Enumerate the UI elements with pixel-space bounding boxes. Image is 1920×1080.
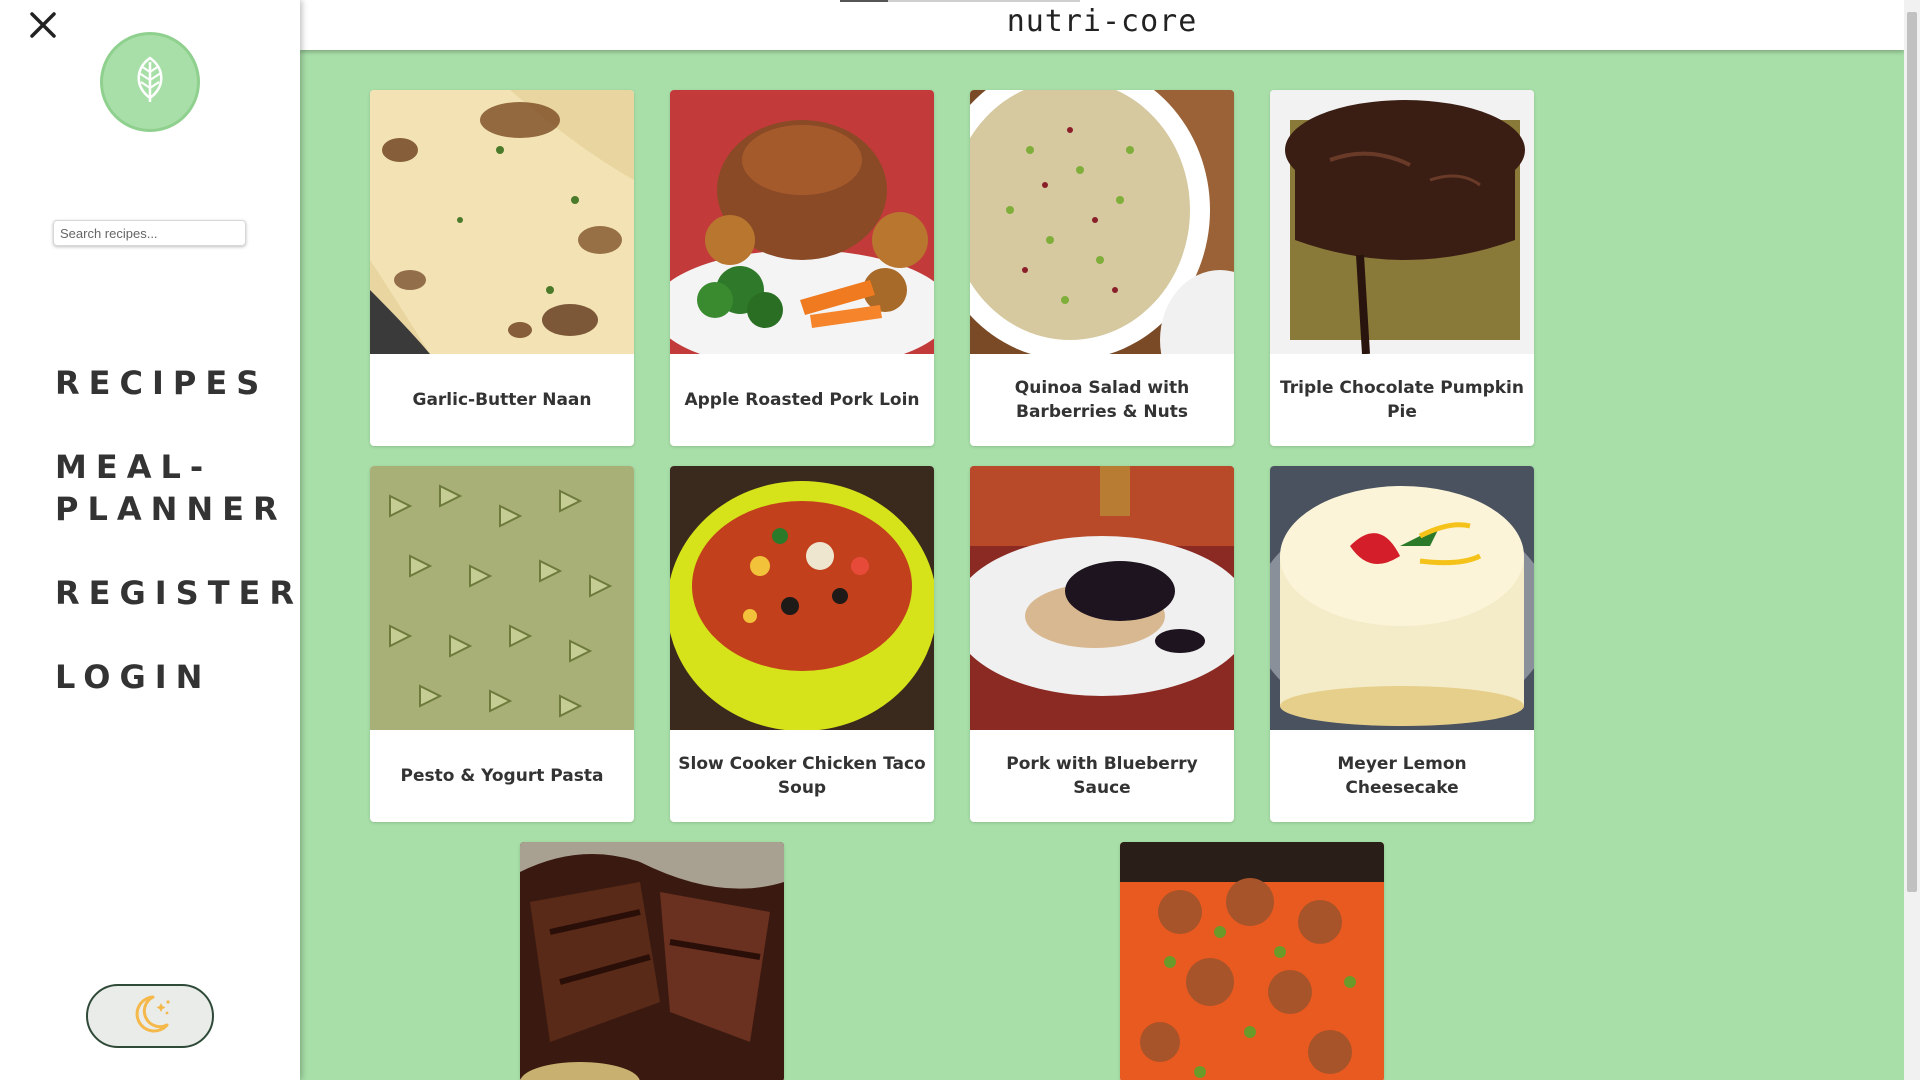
nav-item-login[interactable]: LOGIN [55, 656, 295, 698]
logo[interactable] [100, 32, 200, 132]
sidebar: RECIPES MEAL-PLANNER REGISTER LOGIN [0, 0, 300, 1080]
top-header: nutri-core [300, 0, 1904, 50]
recipe-card[interactable]: Quinoa Salad with Barberries & Nuts [970, 90, 1234, 446]
recipe-image-pork-blueberry [970, 466, 1234, 730]
recipe-title: Garlic-Butter Naan [412, 390, 592, 410]
recipe-card[interactable]: Pesto & Yogurt Pasta [370, 466, 634, 822]
site-title[interactable]: nutri-core [300, 4, 1904, 39]
nav-item-meal-planner[interactable]: MEAL-PLANNER [55, 446, 278, 530]
recipe-card[interactable] [520, 842, 784, 1080]
recipe-card[interactable]: Slow Cooker Chicken Taco Soup [670, 466, 934, 822]
scrollbar-thumb[interactable] [1907, 12, 1917, 892]
recipe-image-quinoa-salad [970, 90, 1234, 354]
recipe-card[interactable] [1120, 842, 1384, 1080]
close-icon[interactable] [26, 8, 60, 42]
nav-item-register[interactable]: REGISTER [55, 572, 295, 614]
recipe-title: Pesto & Yogurt Pasta [400, 766, 604, 786]
nav-item-recipes[interactable]: RECIPES [55, 362, 295, 404]
recipe-title: Quinoa Salad with Barberries & Nuts [1014, 378, 1190, 422]
recipe-card[interactable]: Triple Chocolate Pumpkin Pie [1270, 90, 1534, 446]
recipe-image-sausage-pasta [1120, 842, 1384, 1080]
recipe-title: Apple Roasted Pork Loin [684, 390, 920, 410]
recipe-image-taco-soup [670, 466, 934, 730]
recipe-image-ribs [520, 842, 784, 1080]
recipe-image-chocolate-pie [1270, 90, 1534, 354]
recipe-title: Triple Chocolate Pumpkin Pie [1280, 378, 1524, 422]
recipe-title: Pork with Blueberry Sauce [1006, 754, 1198, 798]
recipe-card[interactable]: Apple Roasted Pork Loin [670, 90, 934, 446]
recipe-image-naan [370, 90, 634, 354]
moon-stars-icon [127, 991, 173, 1042]
header-accent-line-dark [840, 0, 888, 2]
recipe-image-cheesecake [1270, 466, 1534, 730]
leaf-icon [130, 55, 170, 109]
recipe-title: Slow Cooker Chicken Taco Soup [678, 754, 926, 798]
recipe-image-pork-loin [670, 90, 934, 354]
recipe-card[interactable]: Pork with Blueberry Sauce [970, 466, 1234, 822]
search-input[interactable] [53, 220, 246, 246]
theme-toggle-button[interactable] [86, 984, 214, 1048]
main-nav: RECIPES MEAL-PLANNER REGISTER LOGIN [55, 362, 295, 740]
recipe-card[interactable]: Meyer Lemon Cheesecake [1270, 466, 1534, 822]
recipe-title: Meyer Lemon Cheesecake [1337, 754, 1467, 798]
recipe-image-pesto-pasta [370, 466, 634, 730]
recipe-card[interactable]: Garlic-Butter Naan [370, 90, 634, 446]
page-scrollbar[interactable] [1904, 0, 1920, 1080]
